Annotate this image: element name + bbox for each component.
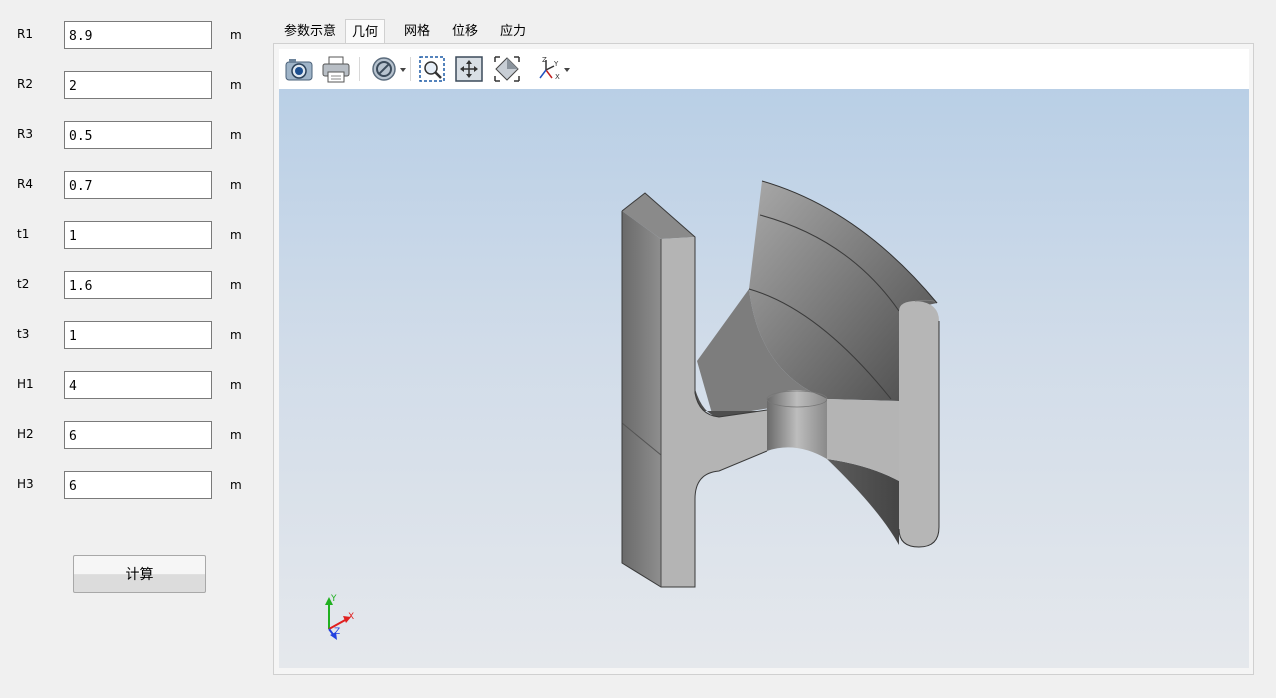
- param-unit: m: [230, 278, 242, 292]
- left-flange-face: [622, 211, 661, 587]
- h2-input[interactable]: [64, 421, 212, 449]
- axis-triad: Y X Z: [325, 594, 354, 640]
- toolbar-separator: [359, 57, 360, 81]
- toolbar-separator: [410, 57, 411, 81]
- t3-input[interactable]: [64, 321, 212, 349]
- r3-input[interactable]: [64, 121, 212, 149]
- param-label: H2: [17, 427, 34, 441]
- param-label: R1: [17, 27, 33, 41]
- h3-input[interactable]: [64, 471, 212, 499]
- isometric-view-icon[interactable]: [492, 54, 522, 84]
- t2-input[interactable]: [64, 271, 212, 299]
- calculate-button[interactable]: 计算: [73, 555, 206, 593]
- param-label: R3: [17, 127, 33, 141]
- axis-view-icon[interactable]: Z Y X: [536, 54, 572, 84]
- clipping-plane-icon[interactable]: [370, 54, 408, 84]
- r4-input[interactable]: [64, 171, 212, 199]
- view-toolbar: Z Y X: [279, 49, 1249, 89]
- param-label: H1: [17, 377, 34, 391]
- param-unit: m: [230, 478, 242, 492]
- svg-text:Y: Y: [553, 60, 559, 68]
- t1-input[interactable]: [64, 221, 212, 249]
- svg-text:X: X: [555, 73, 560, 81]
- fit-all-icon[interactable]: [454, 54, 484, 84]
- tab-mesh[interactable]: 网格: [398, 19, 436, 44]
- r2-input[interactable]: [64, 71, 212, 99]
- model-render: Y X Z: [325, 180, 940, 640]
- param-row-r1: R1 m: [0, 21, 260, 51]
- r1-input[interactable]: [64, 21, 212, 49]
- tab-geometry[interactable]: 几何: [345, 19, 386, 44]
- svg-text:Z: Z: [542, 56, 547, 64]
- triad-z-label: Z: [334, 627, 340, 637]
- printer-icon[interactable]: [321, 54, 351, 84]
- param-row-t3: t3 m: [0, 321, 260, 351]
- param-label: R4: [17, 177, 33, 191]
- tab-displacement[interactable]: 位移: [446, 19, 484, 44]
- param-row-t1: t1 m: [0, 221, 260, 251]
- triad-y-label: Y: [330, 594, 337, 604]
- param-label: t3: [17, 327, 30, 341]
- triad-x-label: X: [348, 612, 354, 622]
- param-row-r3: R3 m: [0, 121, 260, 151]
- zoom-box-icon[interactable]: [417, 54, 447, 84]
- right-flange: [899, 301, 939, 547]
- param-row-h3: H3 m: [0, 471, 260, 501]
- param-unit: m: [230, 78, 242, 92]
- param-unit: m: [230, 228, 242, 242]
- param-label: t2: [17, 277, 30, 291]
- param-label: H3: [17, 477, 34, 491]
- tab-parameter-diagram[interactable]: 参数示意: [278, 19, 342, 44]
- param-unit: m: [230, 178, 242, 192]
- camera-icon[interactable]: [284, 54, 314, 84]
- param-row-h2: H2 m: [0, 421, 260, 451]
- param-unit: m: [230, 128, 242, 142]
- param-row-t2: t2 m: [0, 271, 260, 301]
- tab-stress[interactable]: 应力: [494, 19, 532, 44]
- param-unit: m: [230, 378, 242, 392]
- param-row-h1: H1 m: [0, 371, 260, 401]
- param-label: t1: [17, 227, 30, 241]
- param-row-r2: R2 m: [0, 71, 260, 101]
- param-row-r4: R4 m: [0, 171, 260, 201]
- 3d-viewport[interactable]: Y X Z: [279, 89, 1249, 668]
- param-unit: m: [230, 28, 242, 42]
- param-label: R2: [17, 77, 33, 91]
- h1-input[interactable]: [64, 371, 212, 399]
- param-unit: m: [230, 428, 242, 442]
- param-unit: m: [230, 328, 242, 342]
- center-hole: [767, 390, 827, 459]
